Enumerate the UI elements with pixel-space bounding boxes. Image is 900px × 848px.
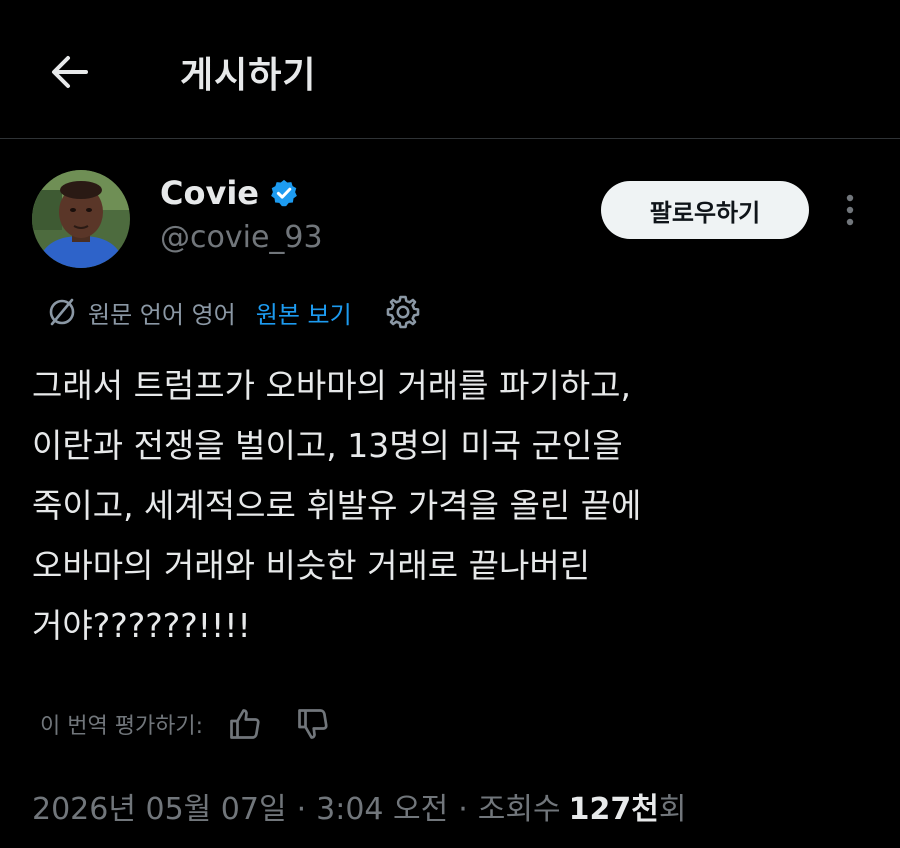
views-label: 조회수	[477, 792, 561, 827]
meta-separator: ·	[296, 792, 307, 827]
follow-button[interactable]: 팔로우하기	[601, 181, 809, 239]
views-count: 127천	[568, 792, 659, 827]
avatar-image	[32, 170, 130, 268]
author-handle[interactable]: @covie_93	[160, 220, 323, 255]
back-button[interactable]	[44, 48, 96, 96]
thumbs-up-button[interactable]	[225, 704, 265, 744]
post-text: 그래서 트럼프가 오바마의 거래를 파기하고, 이란과 전쟁을 벌이고, 13명…	[32, 366, 642, 645]
avatar[interactable]	[32, 170, 130, 268]
post-date: 2026년 05월 07일	[32, 792, 287, 827]
gear-icon	[386, 295, 420, 329]
translation-bar: 원문 언어 영어 원본 보기	[44, 292, 422, 332]
translate-icon	[44, 294, 80, 330]
show-original-link[interactable]: 원본 보기	[256, 295, 352, 330]
more-vertical-icon	[846, 194, 854, 226]
post-time: 3:04 오전	[316, 792, 449, 827]
page-title: 게시하기	[180, 55, 317, 96]
more-options-button[interactable]	[834, 190, 866, 230]
thumbs-up-icon	[230, 709, 260, 739]
top-bar: 게시하기	[0, 0, 900, 139]
arrow-left-icon	[52, 56, 88, 88]
rate-translation-label: 이 번역 평가하기:	[40, 714, 204, 739]
views-suffix: 회	[658, 792, 687, 827]
source-language-text: 원문 언어 영어	[88, 300, 236, 329]
post-meta: 2026년 05월 07일 · 3:04 오전 · 조회수 127천 회	[32, 784, 686, 828]
thumbs-down-button[interactable]	[293, 704, 333, 744]
thumbs-down-icon	[298, 709, 328, 739]
translation-settings-button[interactable]	[384, 293, 422, 331]
author-name-row: Covie	[160, 174, 299, 212]
verified-badge-icon	[271, 179, 297, 207]
author-name[interactable]: Covie	[160, 174, 259, 212]
rate-translation-bar: 이 번역 평가하기:	[40, 702, 361, 746]
meta-separator: ·	[458, 792, 468, 827]
